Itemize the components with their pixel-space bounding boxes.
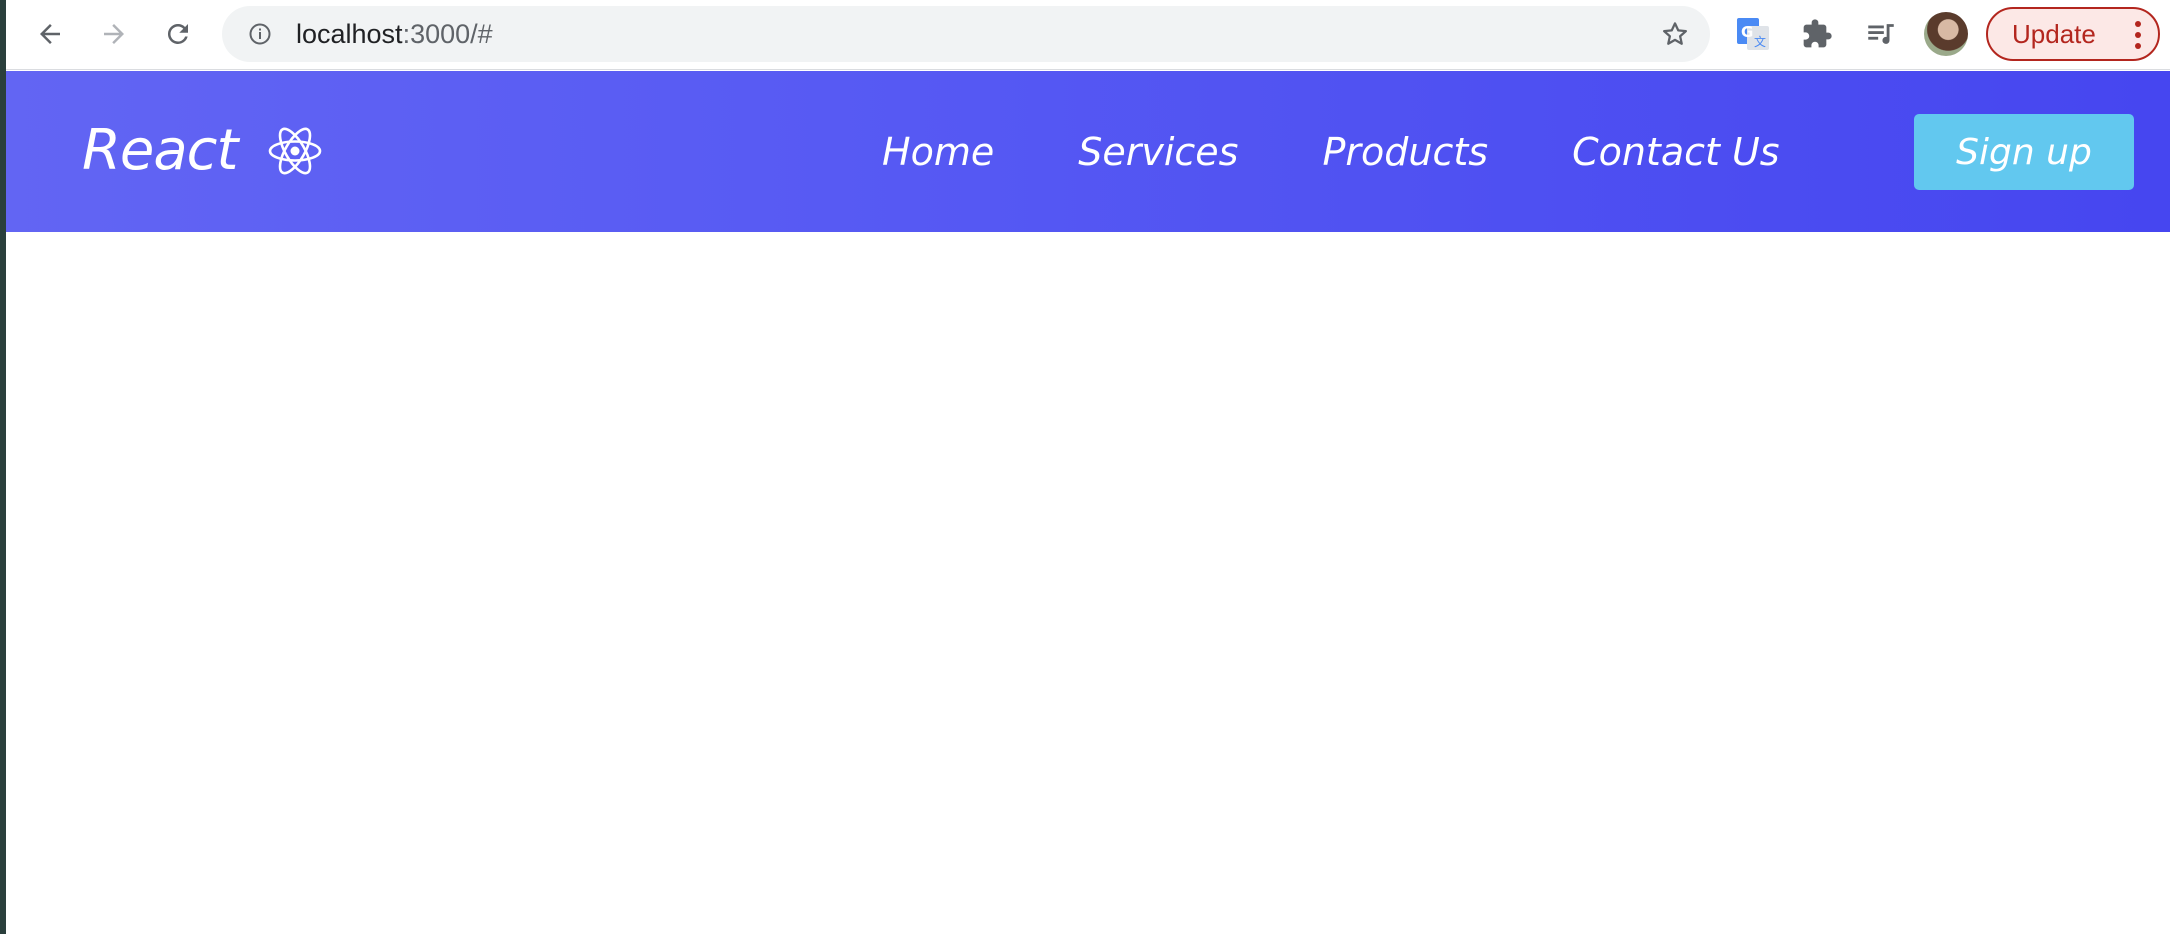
back-button[interactable] xyxy=(28,12,72,56)
url-path: :3000/# xyxy=(402,19,493,49)
nav-link-home[interactable]: Home xyxy=(882,130,994,174)
site-navbar: React Home Services Products Contact Us … xyxy=(6,71,2170,232)
media-queue-icon xyxy=(1868,24,1894,44)
star-icon[interactable] xyxy=(1660,19,1690,49)
puzzle-icon xyxy=(1803,19,1832,48)
extensions-button[interactable] xyxy=(1798,15,1836,53)
forward-button[interactable] xyxy=(92,12,136,56)
browser-toolbar: localhost:3000/# G文 Update xyxy=(6,0,2170,70)
back-arrow-icon xyxy=(40,24,60,44)
nav-link-services[interactable]: Services xyxy=(1078,130,1238,174)
url-text[interactable]: localhost:3000/# xyxy=(296,6,493,62)
svg-text:G: G xyxy=(1741,23,1753,41)
site-logo[interactable]: React xyxy=(82,118,323,183)
google-translate-icon: G文 xyxy=(1737,18,1769,50)
logo-text: React xyxy=(82,118,238,183)
address-bar[interactable]: localhost:3000/# xyxy=(222,6,1710,62)
reload-icon xyxy=(167,23,188,44)
url-host: localhost xyxy=(296,19,403,49)
svg-text:文: 文 xyxy=(1754,34,1766,49)
kebab-menu-icon xyxy=(2135,21,2141,49)
info-icon[interactable] xyxy=(248,22,272,46)
forward-arrow-icon xyxy=(104,24,124,44)
react-atom-icon xyxy=(269,127,322,174)
nav-link-products[interactable]: Products xyxy=(1322,130,1488,174)
page-content xyxy=(6,232,2170,934)
google-translate-extension[interactable]: G文 xyxy=(1734,15,1772,53)
update-button[interactable]: Update xyxy=(1986,7,2160,61)
media-queue-button[interactable] xyxy=(1862,15,1900,53)
nav-links: Home Services Products Contact Us xyxy=(882,71,1780,232)
sign-up-button[interactable]: Sign up xyxy=(1914,114,2134,190)
nav-link-contact-us[interactable]: Contact Us xyxy=(1572,130,1780,174)
reload-button[interactable] xyxy=(156,12,200,56)
update-label: Update xyxy=(2012,18,2096,49)
profile-avatar[interactable] xyxy=(1924,12,1968,56)
